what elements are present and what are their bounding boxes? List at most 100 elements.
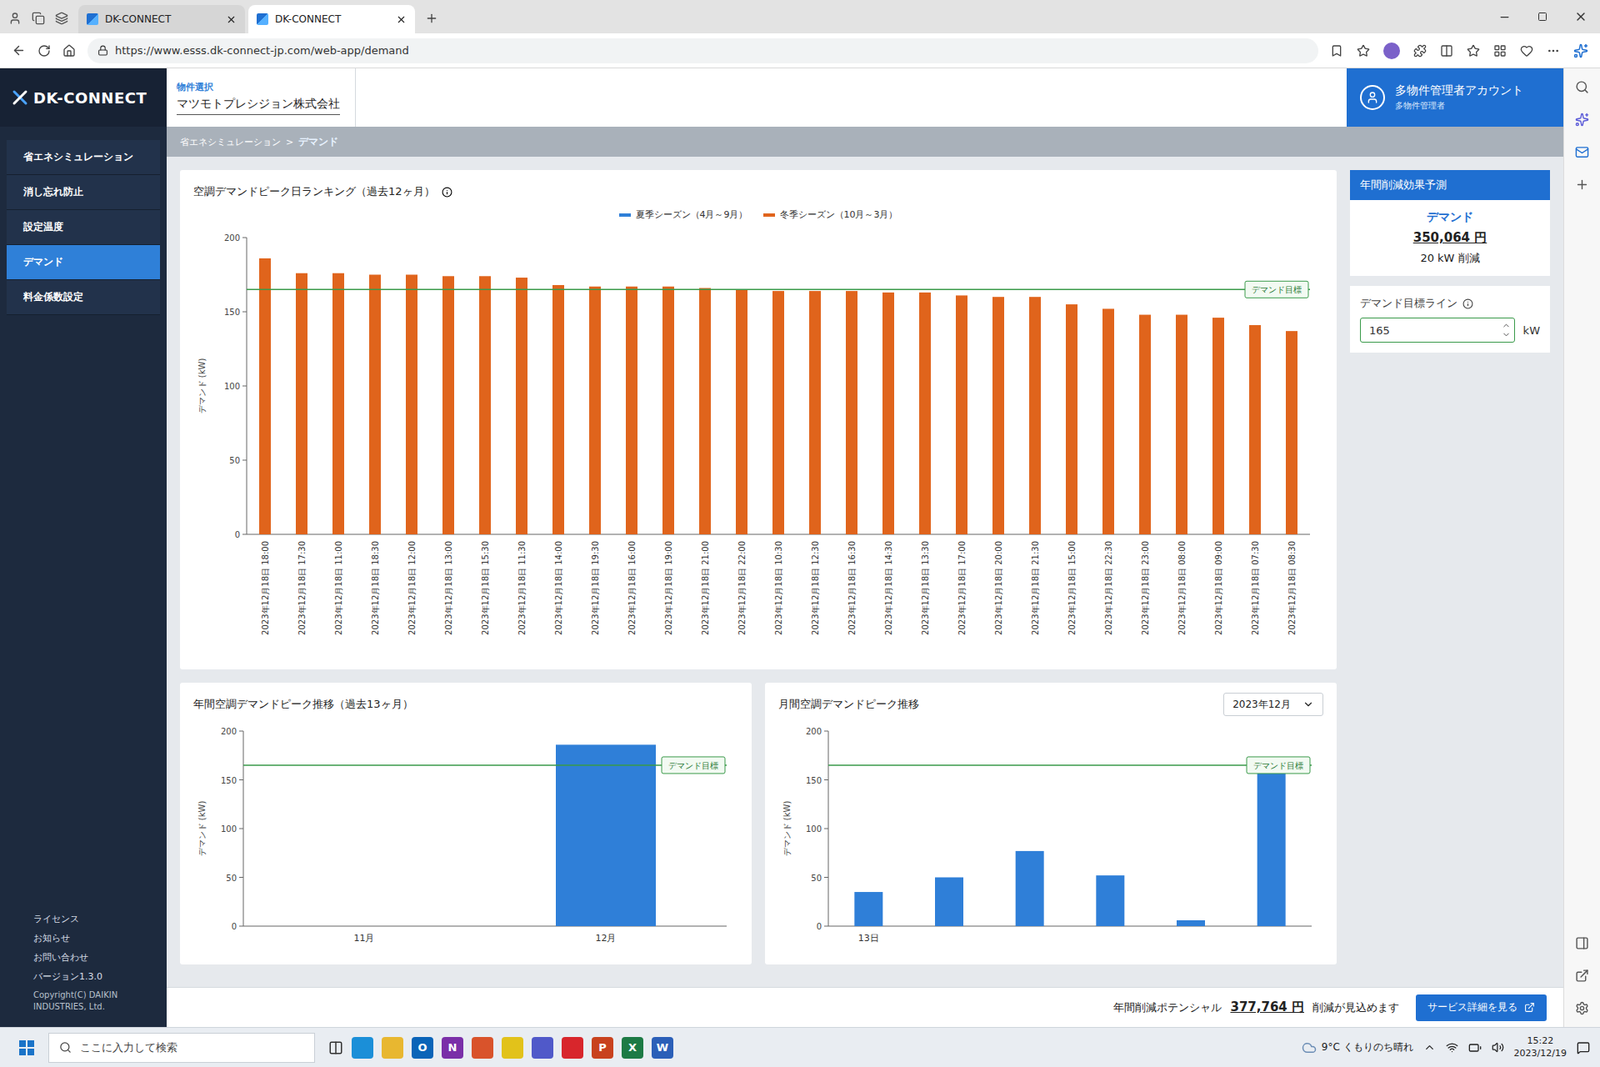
tab-actions-icon[interactable] [55,11,69,25]
taskbar-app-icon[interactable] [471,1036,494,1059]
close-button[interactable] [1561,0,1600,34]
windows-icon[interactable] [19,1040,35,1055]
hide-sidebar-icon[interactable] [1575,935,1590,950]
refresh-icon[interactable] [37,44,51,58]
footer-link[interactable]: ライセンス [33,912,150,925]
taskbar-search[interactable]: ここに入力して検索 [48,1032,315,1063]
browser-tab[interactable]: DK-CONNECT [78,5,245,34]
chart-bar[interactable] [1175,315,1188,535]
logo[interactable]: DK-CONNECT [0,68,167,127]
spinner[interactable] [1501,320,1511,340]
collections-icon[interactable] [1493,44,1507,58]
chart-bar[interactable] [882,292,895,535]
account-box[interactable]: 多物件管理者アカウント多物件管理者 [1346,68,1564,127]
more-icon[interactable] [1546,44,1560,58]
decrement-icon[interactable] [1501,330,1511,340]
taskbar-app-icon[interactable]: O [411,1036,434,1059]
maximize-button[interactable] [1523,0,1562,34]
taskbar-app-icon[interactable] [381,1036,404,1059]
taskbar-app-icon[interactable]: N [441,1036,464,1059]
chart-bar[interactable] [369,275,381,535]
chart-bar[interactable] [935,877,964,927]
sidebar-item[interactable]: 設定温度 [6,210,160,245]
url-field[interactable]: https://www.esss.dk-connect-jp.com/web-a… [87,38,1319,64]
chart-bar[interactable] [515,277,528,535]
footer-link[interactable]: お問い合わせ [33,950,150,964]
home-icon[interactable] [62,44,76,58]
notification-icon[interactable] [1576,1040,1590,1055]
chart-bar[interactable] [1212,317,1225,535]
chart-bar[interactable] [405,275,418,535]
favorite-icon[interactable] [1356,44,1370,58]
chart-bar[interactable] [295,273,308,535]
copilot-icon[interactable] [1573,43,1589,59]
sidebar-item[interactable]: デマンド [6,245,160,280]
legend-item[interactable]: 冬季シーズン（10月～3月） [763,208,899,221]
discover-icon[interactable] [1575,112,1590,127]
taskbar-app-icon[interactable] [501,1036,524,1059]
close-icon[interactable] [225,14,237,25]
chart-bar[interactable] [1102,308,1115,535]
breadcrumb-parent[interactable]: 省エネシミュレーション [180,135,281,149]
settings-icon[interactable] [1575,1000,1590,1015]
back-icon[interactable] [11,43,26,58]
info-icon[interactable] [1462,298,1474,310]
chart-bar[interactable] [1285,330,1298,535]
chart-bar[interactable] [662,286,675,535]
taskbar-app-icon[interactable] [351,1036,374,1059]
chart-bar[interactable] [809,290,821,535]
task-view-icon[interactable] [328,1040,344,1055]
chart-bar[interactable] [1095,875,1125,926]
chart-bar[interactable] [735,289,748,535]
sidebar-item[interactable]: 省エネシミュレーション [6,140,160,175]
chart-bar[interactable] [555,744,656,926]
outlook-icon[interactable] [1575,145,1590,160]
extensions-icon[interactable] [1413,44,1427,58]
chart-bar[interactable] [479,275,491,535]
service-button[interactable]: サービス詳細を見る [1415,994,1547,1021]
minimize-button[interactable] [1485,0,1524,34]
target-input[interactable]: 165 [1360,317,1515,343]
workspaces-icon[interactable] [31,11,45,25]
chart-bar[interactable] [259,258,271,535]
chart-bar[interactable] [699,288,711,535]
open-external-icon[interactable] [1575,968,1590,983]
info-icon[interactable] [441,186,453,198]
chart-bar[interactable] [955,295,968,535]
sidebar-item[interactable]: 料金係数設定 [6,280,160,315]
chart-bar[interactable] [845,290,858,535]
browser-essentials-icon[interactable] [1520,44,1534,58]
start-button[interactable] [10,1040,44,1055]
read-aloud-icon[interactable] [1330,44,1344,58]
favorites-list-icon[interactable] [1466,44,1480,58]
chart-bar[interactable] [1176,920,1205,926]
volume-icon[interactable] [1491,1040,1505,1054]
taskbar-app-icon[interactable]: P [591,1036,614,1059]
chart-bar[interactable] [314,925,415,927]
month-select[interactable]: 2023年12月 [1223,692,1324,716]
increment-icon[interactable] [1501,320,1511,330]
profile-icon[interactable] [8,11,22,25]
taskbar-app-icon[interactable] [531,1036,554,1059]
chart-bar[interactable] [1257,758,1286,926]
taskbar-app-icon[interactable] [561,1036,584,1059]
split-screen-icon[interactable] [1440,44,1454,58]
chart-bar[interactable] [1139,315,1151,535]
add-icon[interactable] [1575,177,1590,192]
property-select[interactable]: 物件選択マツモトプレシジョン株式会社 [166,68,356,127]
clock[interactable]: 15:222023/12/19 [1514,1035,1567,1060]
chart-bar[interactable] [919,292,931,535]
chart-bar[interactable] [1015,850,1045,926]
search-icon[interactable] [1575,80,1590,95]
battery-icon[interactable] [1468,1040,1482,1055]
account-dot[interactable] [1383,42,1400,60]
sidebar-item[interactable]: 消し忘れ防止 [6,175,160,210]
chart-bar[interactable] [332,273,345,535]
taskbar-app-icon[interactable]: X [621,1036,644,1059]
tray-expand-icon[interactable] [1423,1040,1436,1054]
chart-bar[interactable] [589,286,601,535]
new-tab-button[interactable] [418,3,445,34]
chart-bar[interactable] [1065,304,1078,535]
chart-bar[interactable] [772,290,785,535]
chart-bar[interactable] [625,286,638,535]
